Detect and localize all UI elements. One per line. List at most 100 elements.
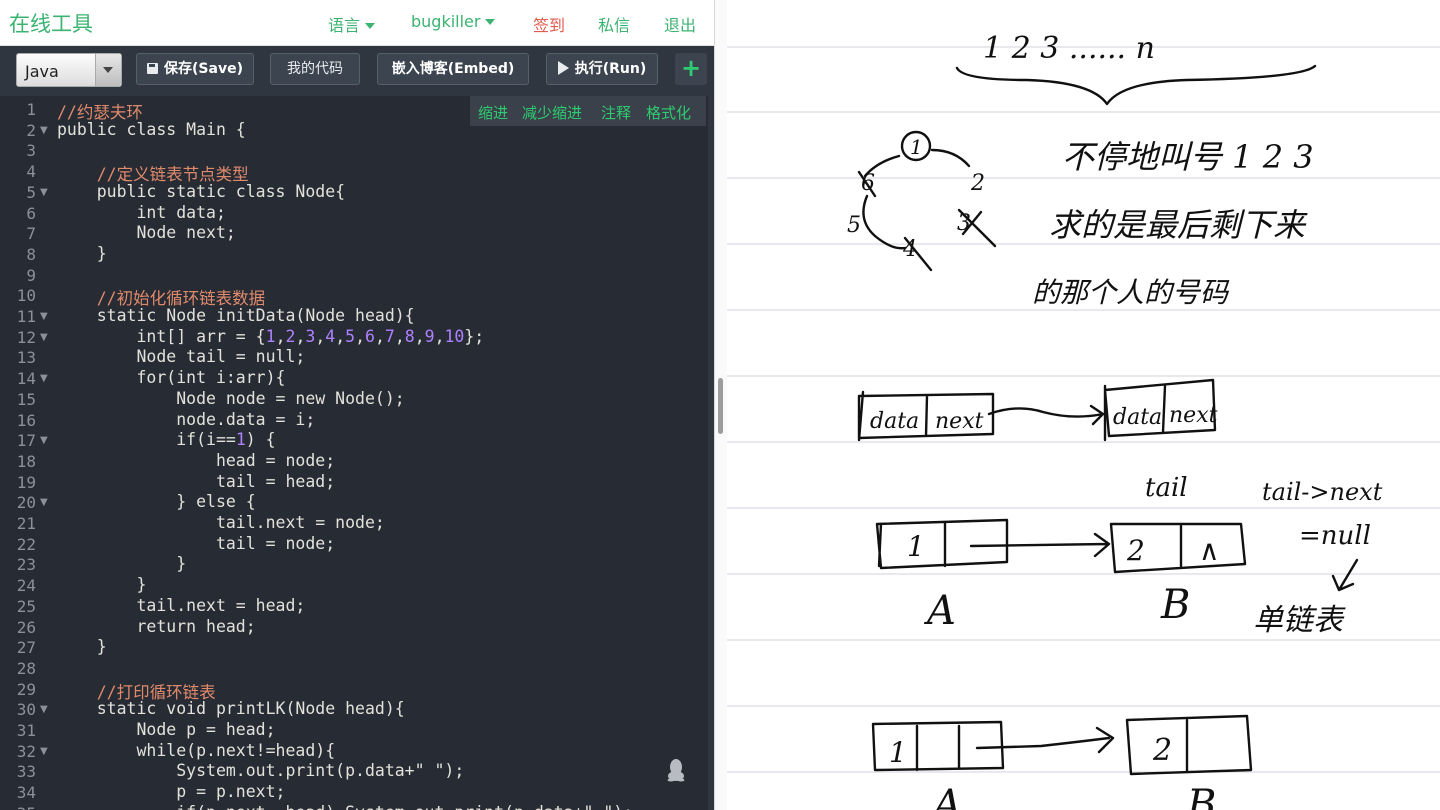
code-line: head = node; bbox=[57, 450, 336, 470]
nav-user-label: bugkiller bbox=[411, 12, 481, 31]
line-number: 9 bbox=[26, 265, 36, 285]
line-number: 27 bbox=[16, 638, 36, 658]
circle-arcs bbox=[857, 154, 907, 250]
label-b: B bbox=[1160, 582, 1190, 628]
editor-actions: 缩进 减少缩进 注释 格式化 bbox=[470, 96, 706, 126]
language-select[interactable]: Java bbox=[16, 53, 122, 87]
bottom-node-a-value: 1 bbox=[889, 736, 907, 769]
code-editor[interactable]: 1 2 ▼ 3 4 5 ▼ 6 7 8 9 10 11 ▼ 12 ▼ 13 14 ▼ 15 16 17 ▼ 18 19 20 ▼ 21… bbox=[0, 96, 708, 810]
circle-number-1: 1 bbox=[910, 135, 923, 159]
nav-logout[interactable]: 退出 bbox=[664, 12, 696, 36]
code-line: } bbox=[57, 243, 107, 263]
code-line: } bbox=[57, 554, 187, 574]
comment-button[interactable]: 注释 bbox=[601, 102, 631, 123]
outdent-button[interactable]: 减少缩进 bbox=[522, 102, 582, 123]
line-number: 18 bbox=[16, 451, 36, 471]
save-button[interactable]: 保存(Save) bbox=[136, 53, 254, 85]
node-b-value: 2 bbox=[1126, 534, 1145, 567]
note-line-3: 的那个人的号码 bbox=[1032, 276, 1230, 309]
line-number: 11 bbox=[16, 307, 36, 326]
line-number: 4 bbox=[26, 162, 36, 182]
qq-penguin-icon[interactable] bbox=[667, 758, 685, 782]
nav-language[interactable]: 语言 bbox=[328, 12, 376, 36]
fold-toggle-icon[interactable]: ▼ bbox=[40, 435, 48, 446]
notebook-canvas: 1 2 3 ...... n 1 2 3 4 5 6 不停地叫号 1 2 3 求… bbox=[727, 31, 1440, 810]
scrollbar-handle[interactable] bbox=[718, 378, 723, 434]
single-list-label: 单链表 bbox=[1253, 603, 1346, 638]
line-number: 5 bbox=[26, 182, 36, 202]
bottom-arrow bbox=[975, 726, 1115, 754]
code-line: } bbox=[57, 637, 107, 657]
bottom-label-b: B bbox=[1186, 782, 1216, 810]
line-number: 12 bbox=[16, 327, 36, 347]
code-line: int data; bbox=[57, 202, 226, 222]
line-number: 2 bbox=[26, 120, 36, 140]
code-line: System.out.print(p.data+" "); bbox=[57, 761, 465, 781]
code-line: tail.next = head; bbox=[57, 595, 306, 615]
code-line: tail.next = node; bbox=[57, 513, 385, 532]
node2-data-label: data bbox=[1113, 405, 1162, 430]
code-line: Node tail = null; bbox=[57, 347, 306, 367]
node1-next-label: next bbox=[935, 409, 984, 434]
label-a: A bbox=[923, 588, 956, 634]
fold-toggle-icon[interactable]: ▼ bbox=[40, 746, 48, 757]
run-button-label: 执行(Run) bbox=[574, 61, 647, 77]
code-line: Node p = head; bbox=[57, 720, 276, 739]
line-number: 19 bbox=[16, 472, 36, 492]
fold-toggle-icon[interactable]: ▼ bbox=[40, 187, 48, 198]
sequence-text: 1 2 3 ...... n bbox=[983, 31, 1155, 66]
my-code-button-label: 我的代码 bbox=[287, 61, 343, 77]
null-symbol: ∧ bbox=[1199, 534, 1220, 567]
fold-toggle-icon[interactable]: ▼ bbox=[40, 704, 48, 715]
bottom-node-b-value: 2 bbox=[1152, 733, 1172, 768]
line-number: 3 bbox=[26, 141, 36, 161]
save-icon bbox=[147, 63, 159, 74]
node-a-value: 1 bbox=[907, 530, 925, 563]
bottom-node-b-box bbox=[1125, 714, 1253, 776]
line-number: 23 bbox=[16, 555, 36, 575]
chevron-down-icon bbox=[485, 19, 496, 25]
line-number: 8 bbox=[26, 244, 36, 264]
embed-button-label: 嵌入博客(Embed) bbox=[391, 61, 515, 77]
circle-arc bbox=[930, 148, 971, 168]
code-line: if(p.next==head) System.out.print(p.data… bbox=[57, 803, 633, 810]
site-title[interactable]: 在线工具 bbox=[9, 8, 93, 38]
code-line: while(p.next!=head){ bbox=[57, 740, 336, 760]
fold-toggle-icon[interactable]: ▼ bbox=[40, 497, 48, 508]
node1-data-label: data bbox=[870, 409, 919, 434]
nav-messages[interactable]: 私信 bbox=[598, 12, 630, 36]
fold-toggle-icon[interactable]: ▼ bbox=[40, 125, 48, 136]
dropdown-arrow-icon bbox=[95, 54, 121, 86]
null-arrow bbox=[1331, 558, 1359, 592]
save-button-label: 保存(Save) bbox=[164, 61, 243, 77]
nav-user[interactable]: bugkiller bbox=[411, 12, 496, 31]
null-label: =null bbox=[1299, 521, 1371, 551]
add-button[interactable]: + bbox=[675, 53, 707, 85]
code-line: p = p.next; bbox=[57, 782, 286, 802]
split-divider[interactable] bbox=[714, 0, 727, 810]
line-number: 13 bbox=[16, 348, 36, 368]
fold-toggle-icon[interactable]: ▼ bbox=[40, 332, 48, 343]
my-code-button[interactable]: 我的代码 bbox=[270, 53, 360, 85]
nav-checkin[interactable]: 签到 bbox=[533, 12, 565, 36]
line-number: 21 bbox=[16, 514, 36, 533]
code-line: Node node = new Node(); bbox=[57, 388, 405, 408]
indent-button[interactable]: 缩进 bbox=[478, 102, 508, 123]
embed-button[interactable]: 嵌入博客(Embed) bbox=[377, 53, 529, 85]
line-number: 14 bbox=[16, 369, 36, 389]
fold-toggle-icon[interactable]: ▼ bbox=[40, 311, 48, 322]
line-number: 33 bbox=[16, 762, 36, 782]
fold-toggle-icon[interactable]: ▼ bbox=[40, 373, 48, 384]
line-number: 34 bbox=[16, 783, 36, 803]
code-line: } bbox=[57, 575, 147, 595]
circle-number-3: 3 bbox=[957, 211, 971, 236]
format-button[interactable]: 格式化 bbox=[646, 102, 691, 123]
brace-stroke bbox=[955, 64, 1317, 106]
line-number: 25 bbox=[16, 596, 36, 616]
tail-label: tail bbox=[1145, 473, 1188, 503]
language-value: Java bbox=[25, 62, 59, 81]
run-button[interactable]: 执行(Run) bbox=[546, 53, 658, 85]
code-line: } else { bbox=[57, 492, 256, 512]
line-number: 26 bbox=[16, 617, 36, 637]
line-number: 1 bbox=[26, 100, 36, 119]
